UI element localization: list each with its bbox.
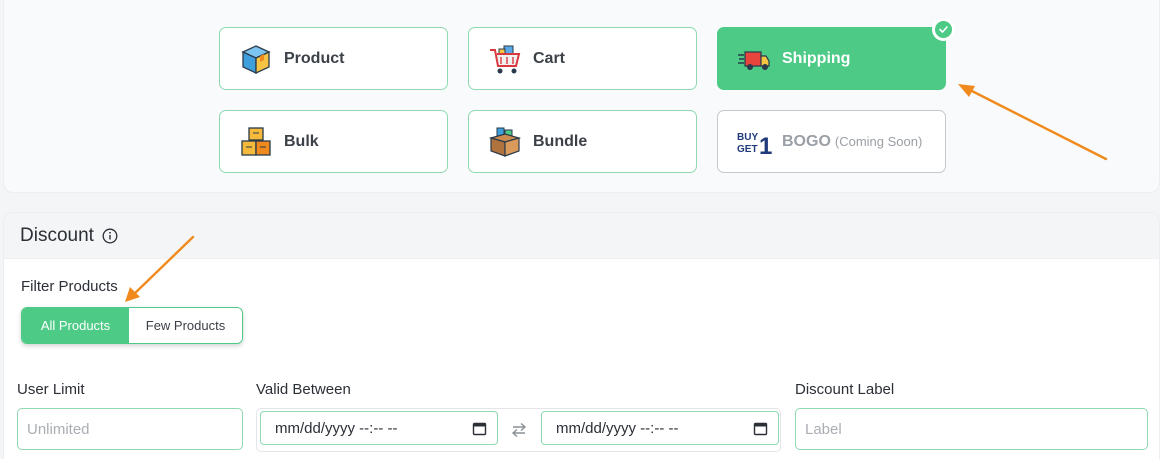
annotation-arrows xyxy=(125,84,1108,302)
filter-annotation-arrow xyxy=(125,235,195,302)
shipping-annotation-arrow xyxy=(958,84,1108,161)
